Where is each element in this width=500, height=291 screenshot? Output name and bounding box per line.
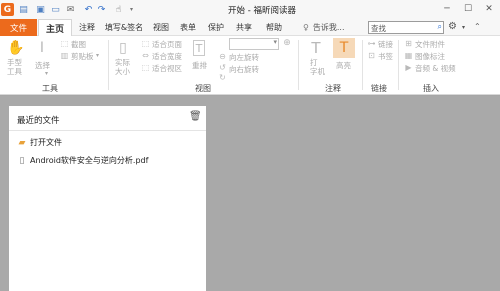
panel-title: 最近的文件	[17, 116, 60, 126]
rotate-left-icon: ↺	[219, 63, 226, 72]
mail-icon[interactable]: ✉	[64, 3, 77, 16]
print-icon[interactable]: ▭	[49, 3, 62, 16]
zoom-in-icon[interactable]: ⊕	[282, 38, 292, 48]
maximize-button[interactable]: ☐	[458, 1, 478, 17]
tell-me[interactable]: ♀ 告诉我...	[303, 21, 345, 34]
fit-page-button[interactable]: 适合页面	[152, 39, 182, 50]
settings-dropdown-icon[interactable]: ▾	[462, 24, 465, 31]
recent-file-name: Android软件安全与逆向分析.pdf	[30, 156, 149, 165]
hand-tool-button[interactable]: 手型 工具	[7, 58, 22, 76]
tab-home[interactable]: 主页	[38, 19, 72, 37]
dropdown-arrow-icon[interactable]: ▾	[125, 3, 138, 16]
group-label-comment: 注释	[325, 84, 341, 93]
ribbon: ✋ 手型 工具 I 选择 ▾ ⬚ 截图 ▥ 剪贴板 ▾ 工具 ▯ 实际 大小 ⬚…	[0, 36, 500, 95]
group-label-view: 视图	[195, 84, 211, 93]
trash-icon[interactable]: 🗑	[189, 111, 202, 122]
redo-icon[interactable]: ↷	[95, 3, 108, 16]
typewriter-icon: T	[311, 39, 321, 57]
tab-protect[interactable]: 保护	[203, 19, 229, 36]
image-annotation-icon: ▦	[404, 51, 413, 60]
open-file-label: 打开文件	[30, 138, 62, 147]
tab-help[interactable]: 帮助	[259, 19, 289, 36]
clipboard-icon: ▥	[60, 51, 69, 60]
group-separator	[108, 40, 109, 90]
zoom-out-icon[interactable]: ⊖	[218, 52, 227, 61]
clipboard-dropdown-icon[interactable]: ▾	[96, 52, 99, 59]
window-title: 开始 - 福昕阅读器	[228, 6, 296, 16]
ribbon-tab-row: 文件 主页 注释 填写&签名 视图 表单 保护 共享 帮助 ♀ 告诉我... 查…	[0, 19, 500, 37]
image-annotation-button[interactable]: 图像标注	[415, 51, 445, 62]
ribbon-collapse-icon[interactable]: ⌃	[474, 22, 481, 31]
fit-width-button[interactable]: 适合宽度	[152, 51, 182, 62]
tell-me-label: 告诉我...	[312, 23, 345, 32]
group-separator	[398, 40, 399, 90]
fit-visible-icon: ⬚	[141, 63, 150, 72]
tab-comment[interactable]: 注释	[73, 19, 101, 36]
open-file-link[interactable]: ▰ 打开文件	[17, 137, 62, 148]
hand-tool-icon[interactable]: ☝	[112, 3, 125, 16]
group-label-tools: 工具	[42, 84, 58, 93]
tab-file[interactable]: 文件	[0, 19, 37, 36]
tab-view[interactable]: 视图	[148, 19, 174, 36]
rotate-right-button[interactable]: 向右旋转	[229, 64, 259, 75]
open-icon[interactable]: ▤	[17, 3, 30, 16]
actual-size-icon: ▯	[119, 40, 127, 56]
rotate-right-icon: ↻	[219, 73, 226, 82]
pdf-file-icon: ▯	[19, 155, 25, 166]
divider	[9, 130, 206, 131]
file-attachment-icon: ⊞	[405, 39, 412, 48]
screenshot-icon: ⬚	[60, 39, 69, 48]
audio-video-button[interactable]: 音频 & 视频	[415, 63, 456, 74]
link-button[interactable]: 链接	[378, 39, 393, 50]
hand-icon: ✋	[7, 40, 25, 56]
reflow-button[interactable]: 重排	[192, 60, 207, 71]
gear-icon[interactable]: ⚙	[448, 21, 457, 32]
file-attachment-button[interactable]: 文件附件	[415, 39, 445, 50]
search-input[interactable]: 查找 ⌕	[368, 21, 444, 34]
select-dropdown-icon[interactable]: ▾	[45, 70, 48, 77]
save-icon[interactable]: ▣	[34, 3, 47, 16]
lightbulb-icon: ♀	[303, 23, 309, 32]
undo-icon[interactable]: ↶	[82, 3, 95, 16]
typewriter-button[interactable]: 打 字机	[310, 58, 325, 76]
group-label-links: 链接	[371, 84, 387, 93]
recent-files-panel: 最近的文件 🗑 ▰ 打开文件 ▯ Android软件安全与逆向分析.pdf	[9, 106, 206, 291]
search-placeholder: 查找	[371, 24, 386, 33]
app-logo-icon[interactable]: G	[1, 3, 14, 16]
rotate-left-button[interactable]: 向左旋转	[229, 52, 259, 63]
folder-icon: ▰	[18, 137, 26, 148]
minimize-button[interactable]: ─	[437, 1, 457, 17]
close-button[interactable]: ✕	[479, 1, 499, 17]
tab-form[interactable]: 表单	[175, 19, 201, 36]
fit-width-icon: ⇔	[142, 51, 149, 60]
clipboard-button[interactable]: 剪贴板	[71, 51, 94, 62]
list-item[interactable]: ▯ Android软件安全与逆向分析.pdf	[17, 155, 149, 166]
actual-size-button[interactable]: 实际 大小	[115, 58, 130, 76]
tab-fill-sign[interactable]: 填写&签名	[102, 19, 146, 36]
cursor-icon: I	[39, 40, 45, 56]
highlight-icon: T	[333, 38, 355, 58]
fit-visible-button[interactable]: 适合视区	[152, 63, 182, 74]
tab-share[interactable]: 共享	[231, 19, 257, 36]
zoom-select[interactable]: ▾	[229, 38, 279, 50]
bookmark-icon: ⊡	[368, 51, 375, 60]
bookmark-button[interactable]: 书签	[378, 51, 393, 62]
fit-page-icon: ⬚	[141, 39, 150, 48]
chevron-down-icon: ▾	[273, 38, 277, 46]
group-label-insert: 插入	[423, 84, 439, 93]
group-separator	[298, 40, 299, 90]
audio-video-icon: ▶	[405, 63, 412, 72]
search-icon[interactable]: ⌕	[438, 22, 442, 32]
group-separator	[362, 40, 363, 90]
screenshot-button[interactable]: 截图	[71, 39, 86, 50]
link-icon: ⊶	[367, 39, 376, 48]
reflow-icon: T	[193, 40, 205, 56]
title-bar: G ▤ ▣ ▭ ✉ ↶ ↷ ☝ ▾ 开始 - 福昕阅读器 ─ ☐ ✕	[0, 0, 500, 19]
highlight-button[interactable]: 高亮	[336, 60, 351, 71]
